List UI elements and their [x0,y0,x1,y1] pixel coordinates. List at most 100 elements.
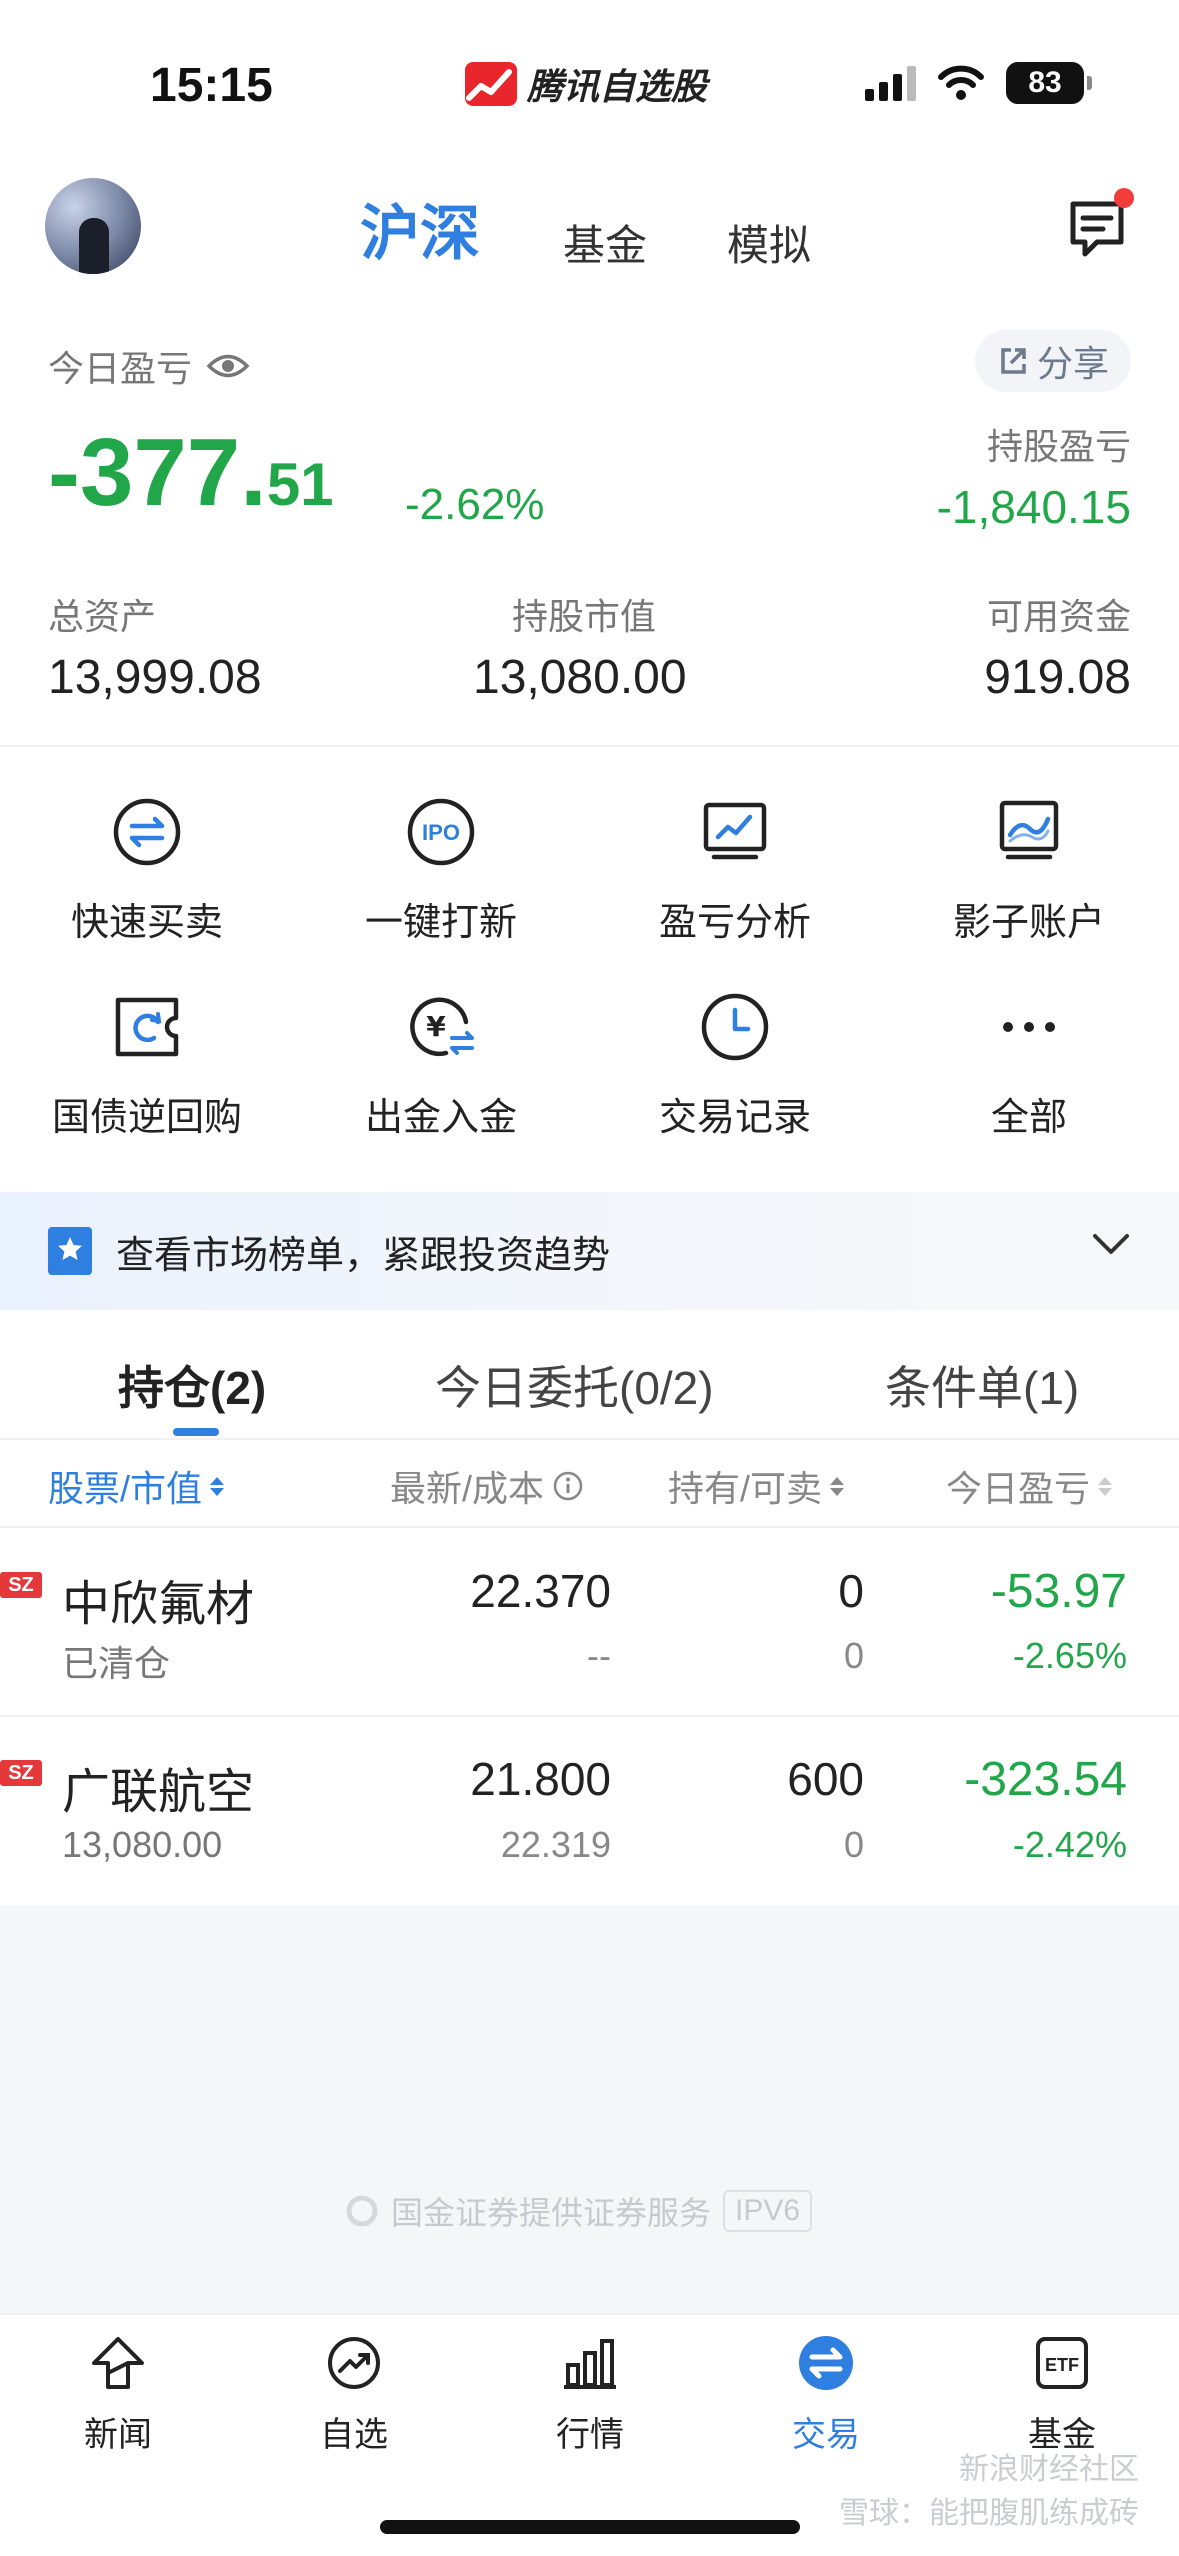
quick-action-label: 影子账户 [952,902,1105,944]
status-time: 15:15 [150,59,273,112]
hold-qty: 0 [838,1565,864,1617]
divider [0,745,1179,747]
share-button[interactable]: 分享 [974,330,1131,392]
watermark-line-2: 雪球：能把腹肌练成砖 [839,2496,1139,2530]
quick-action-bond-repo[interactable]: 国债逆回购 [0,990,294,1141]
chevron-down-icon[interactable] [1091,1232,1131,1256]
header-label: 最新/成本 [390,1468,545,1509]
market-value-label: 持股市值 [512,596,657,637]
divider [0,1438,1179,1440]
quick-action-trade-history[interactable]: 交易记录 [588,990,882,1141]
stock-name: 中欣氟材 [62,1578,255,1631]
svg-text:ETF: ETF [1045,2355,1079,2375]
broker-logo-icon [346,2195,378,2227]
cost-price: -- [587,1635,611,1676]
market-icon [560,2333,620,2393]
tab-holdings[interactable]: 持仓(2) [118,1352,266,1418]
stock-sub: 13,080.00 [62,1824,223,1865]
quick-action-fast-trade[interactable]: 快速买卖 [0,795,294,946]
tab-conditional-orders[interactable]: 条件单(1) [885,1352,1079,1418]
market-ranking-banner[interactable]: 查看市场榜单，紧跟投资趋势 [0,1192,1179,1310]
avatar[interactable] [45,178,141,274]
nav-fund[interactable]: ETF 基金 [944,2325,1179,2456]
today-pnl-pct: -2.65% [1012,1635,1127,1676]
nav-label: 新闻 [84,2416,152,2454]
latest-price: 21.800 [470,1753,611,1805]
total-assets-value: 13,999.08 [48,651,262,704]
quick-action-label: 一键打新 [364,902,517,944]
quick-action-label: 交易记录 [658,1097,811,1139]
share-icon [1001,348,1026,374]
nav-watchlist[interactable]: 自选 [236,2325,472,2456]
more-icon [992,990,1066,1064]
sort-icon [1098,1476,1113,1496]
watermark: 新浪财经社区 雪球：能把腹肌练成砖 [839,2448,1139,2535]
today-pnl-label-row: 今日盈亏 [48,340,250,392]
cost-price: 22.319 [500,1824,611,1865]
tab-today-orders[interactable]: 今日委托(0/2) [435,1352,714,1418]
cellular-signal-icon [865,65,916,101]
market-tag: SZ [0,1760,42,1786]
market-tag: SZ [0,1572,42,1598]
sellable-qty: 0 [843,1635,864,1676]
trade-icon [796,2333,856,2393]
quick-action-shadow-account[interactable]: 影子账户 [882,795,1176,946]
quick-action-pnl-analysis[interactable]: 盈亏分析 [588,795,882,946]
available-cash-label: 可用资金 [986,596,1131,637]
broker-note-text: 国金证券提供证券服务 [391,2195,712,2231]
nav-market[interactable]: 行情 [472,2325,708,2456]
today-pnl-label: 今日盈亏 [48,348,193,389]
header-hold-sellable[interactable]: 持有/可卖 [668,1460,845,1512]
status-indicators: 83 [865,62,1092,104]
clock-icon [698,990,772,1064]
header-label: 持有/可卖 [668,1468,823,1509]
quick-action-ipo[interactable]: IPO 一键打新 [294,795,588,946]
ipo-icon: IPO [404,795,478,869]
market-value-value: 13,080.00 [473,651,687,704]
nav-label: 行情 [556,2416,624,2454]
status-app-title: 腾讯自选股 [465,58,707,110]
app-name: 腾讯自选股 [527,66,708,107]
nav-trade[interactable]: 交易 [708,2325,944,2456]
today-pnl-value: -377.51 [48,425,334,521]
nav-label: 自选 [320,2416,388,2454]
quick-action-label: 全部 [990,1097,1067,1139]
tab-hushen[interactable]: 沪深 [360,185,480,272]
banner-text: 查看市场榜单，紧跟投资趋势 [116,1234,611,1277]
yuan-transfer-icon: ¥ [404,990,478,1064]
today-pnl: -323.54 [964,1753,1127,1806]
home-indicator[interactable] [380,2520,800,2534]
today-pnl-percent: -2.62% [405,480,545,529]
sort-icon [830,1476,845,1496]
svg-text:IPO: IPO [422,820,460,845]
battery-indicator: 83 [1006,62,1092,104]
header-label: 今日盈亏 [946,1468,1091,1509]
quick-action-label: 快速买卖 [70,902,223,944]
header-label: 股票/市值 [48,1468,203,1509]
quick-action-label: 盈亏分析 [658,902,811,944]
tab-simulation[interactable]: 模拟 [727,212,811,273]
quick-action-all[interactable]: 全部 [882,990,1176,1141]
swap-icon [110,795,184,869]
today-pnl-pct: -2.42% [1012,1824,1127,1865]
broker-note: 国金证券提供证券服务 IPV6 [345,2188,813,2234]
svg-text:¥: ¥ [426,1010,446,1043]
app-logo-icon [465,62,517,106]
stock-name: 广联航空 [62,1766,255,1819]
watchlist-icon [324,2333,384,2393]
nav-news[interactable]: 新闻 [0,2325,236,2456]
message-icon[interactable] [1067,200,1127,258]
sort-icon [210,1476,225,1496]
header-stock-market-value[interactable]: 股票/市值 [48,1460,225,1512]
today-pnl-decimal: 51 [266,451,334,518]
latest-price: 22.370 [470,1565,611,1617]
tab-fund[interactable]: 基金 [563,212,647,273]
info-icon[interactable] [552,1470,584,1502]
ipv6-badge: IPV6 [723,2190,813,2232]
today-pnl-integer: -377. [48,419,267,526]
eye-icon[interactable] [206,351,250,381]
notification-dot [1114,188,1134,208]
star-bookmark-icon [48,1227,92,1275]
header-today-pnl[interactable]: 今日盈亏 [946,1460,1113,1512]
quick-action-cash-transfer[interactable]: ¥ 出金入金 [294,990,588,1141]
